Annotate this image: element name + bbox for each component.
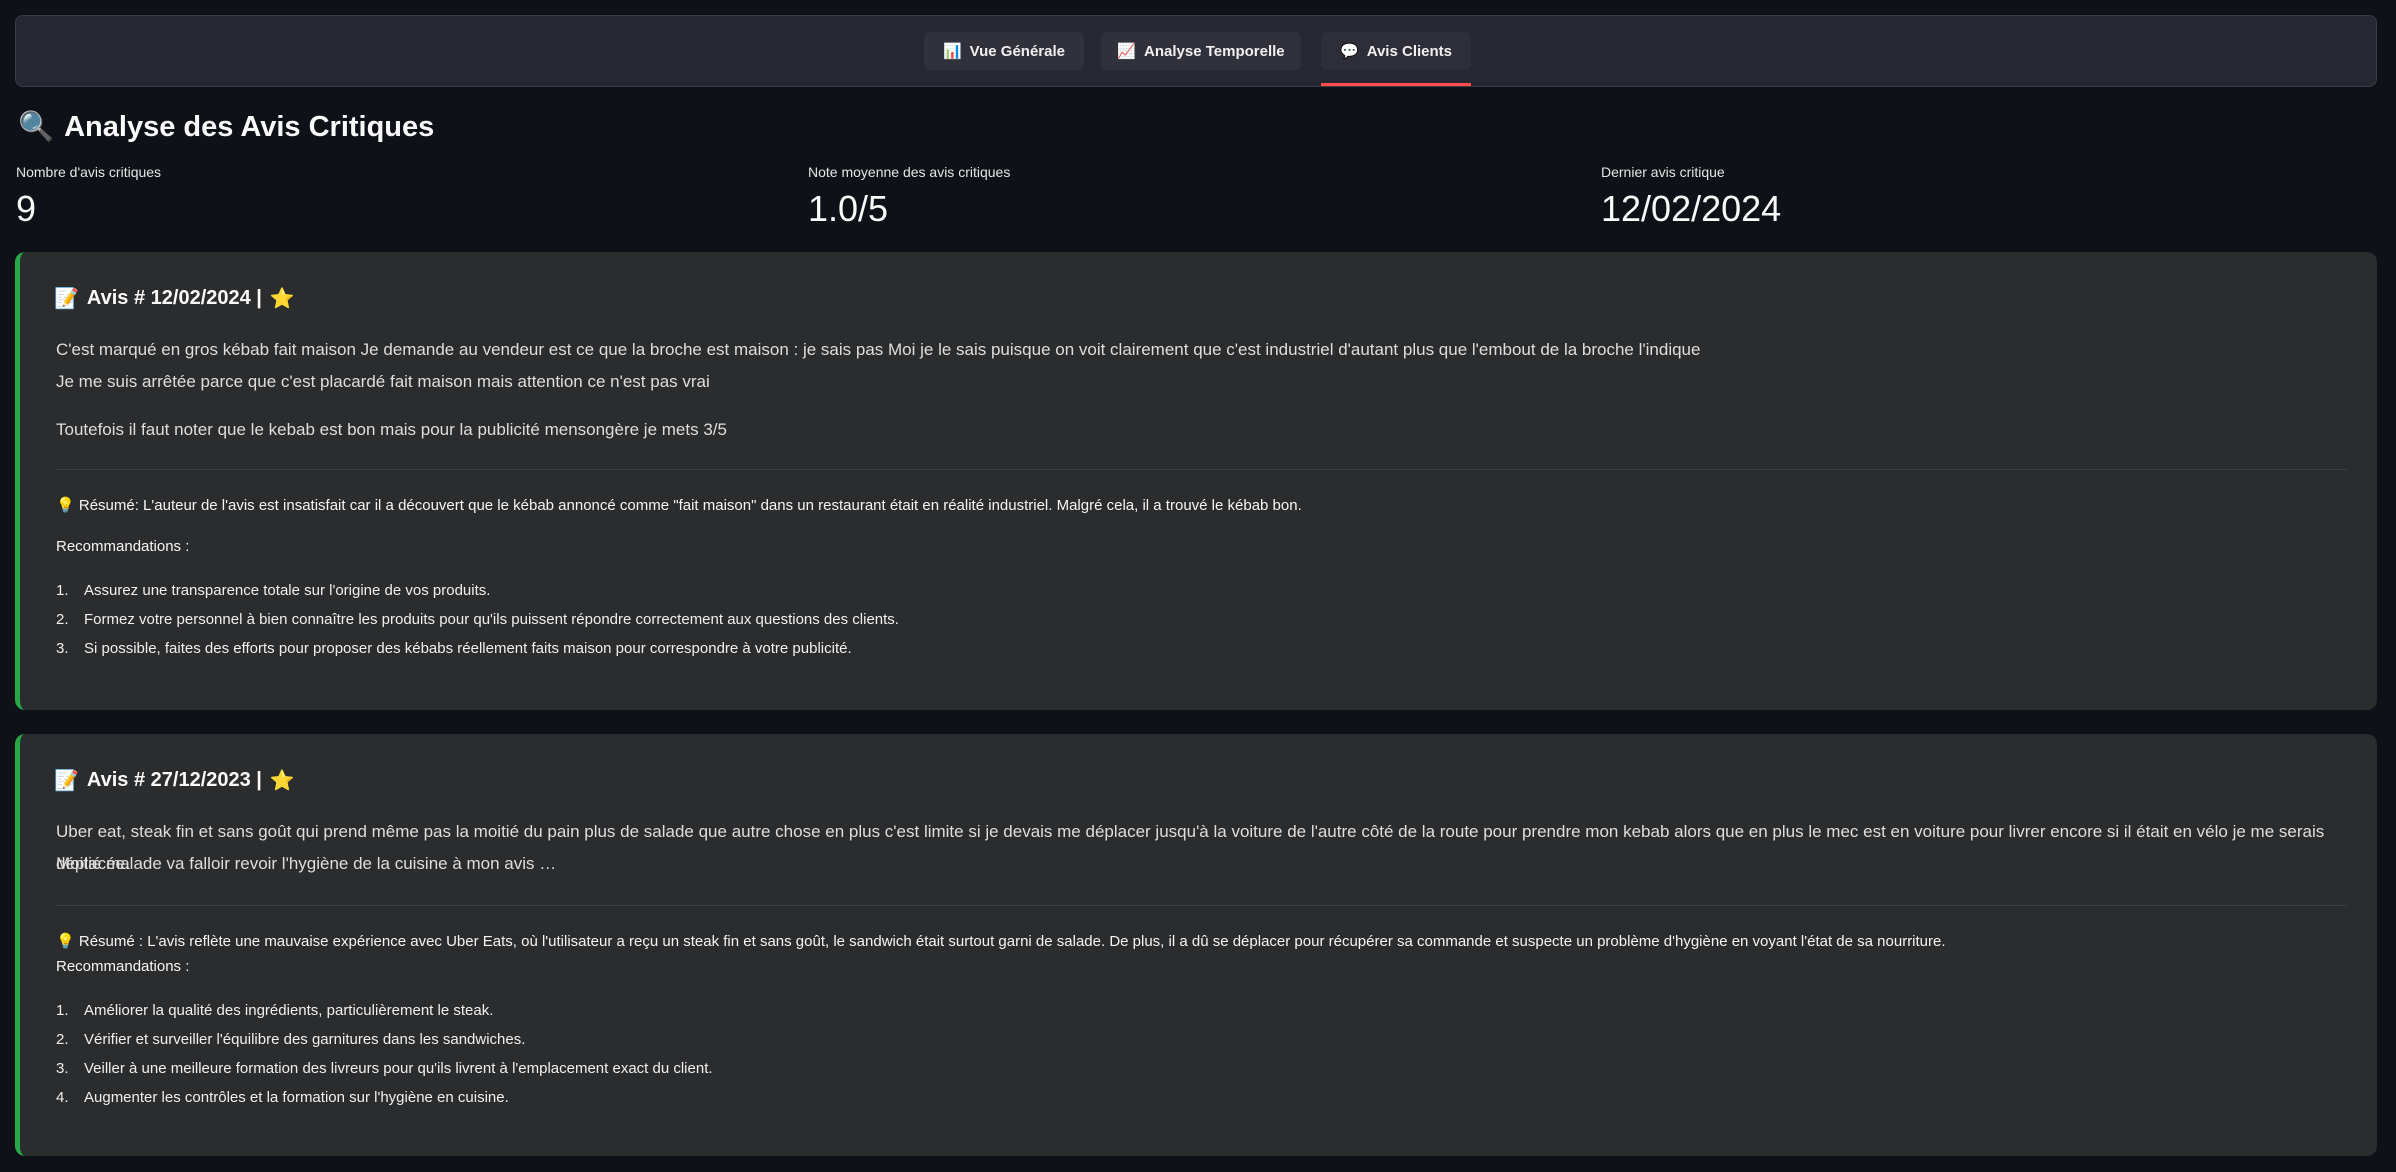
speech-bubble-icon: 💬 bbox=[1340, 43, 1359, 60]
memo-icon: 📝 bbox=[54, 288, 79, 310]
review-text-line: Toutefois il faut noter que le kebab est… bbox=[56, 420, 727, 439]
review-card: 📝 Avis # 27/12/2023 | ⭐ Uber eat, steak … bbox=[15, 734, 2377, 1156]
metric-value: 9 bbox=[16, 188, 37, 229]
star-icon: ⭐ bbox=[269, 770, 295, 792]
review-title-text: Avis # 27/12/2023 | bbox=[86, 769, 262, 791]
metric-value: 12/02/2024 bbox=[1601, 188, 1782, 229]
bar-chart-icon: 📊 bbox=[942, 43, 962, 60]
review-summary: 💡 Résumé: L'auteur de l'avis est insatis… bbox=[56, 496, 1302, 514]
recommendations-label: Recommandations : bbox=[56, 538, 190, 555]
page-title-text: Analyse des Avis Critiques bbox=[64, 110, 435, 143]
review-title-text: Avis # 12/02/2024 | bbox=[86, 287, 262, 309]
memo-icon: 📝 bbox=[54, 770, 79, 792]
tab-bar: 📊 Vue Générale 📈 Analyse Temporelle 💬 Av… bbox=[15, 15, 2377, 87]
tab-analyse-temporelle[interactable]: 📈 Analyse Temporelle bbox=[1101, 32, 1301, 70]
review-title: 📝 Avis # 27/12/2023 | ⭐ bbox=[54, 768, 295, 793]
metric-label: Dernier avis critique bbox=[1601, 164, 1725, 180]
summary-text: Résumé: L'auteur de l'avis est insatisfa… bbox=[78, 497, 1302, 514]
magnifier-icon: 🔍 bbox=[18, 111, 55, 143]
active-tab-indicator bbox=[1321, 83, 1471, 86]
recommendations-list: 1. Assurez une transparence totale sur l'… bbox=[56, 576, 899, 663]
review-text-line: C'est marqué en gros kébab fait maison J… bbox=[56, 340, 1701, 359]
review-title: 📝 Avis # 12/02/2024 | ⭐ bbox=[54, 286, 295, 311]
metric-value: 1.0/5 bbox=[808, 188, 889, 229]
tab-label: Vue Générale bbox=[969, 42, 1065, 60]
lightbulb-icon: 💡 bbox=[56, 497, 75, 514]
review-summary: 💡 Résumé : L'avis reflète une mauvaise e… bbox=[56, 932, 1946, 950]
recommendations-list: 1. Améliorer la qualité des ingrédients, … bbox=[56, 996, 713, 1112]
list-item: 3. Veiller à une meilleure formation des … bbox=[56, 1060, 713, 1077]
tab-avis-clients[interactable]: 💬 Avis Clients bbox=[1321, 32, 1471, 86]
metric-count: Nombre d'avis critiques 9 bbox=[16, 164, 161, 230]
review-text-line: Moitié malade va falloir revoir l'hygièn… bbox=[56, 854, 557, 873]
tab-label: Avis Clients bbox=[1366, 42, 1452, 60]
tab-label: Analyse Temporelle bbox=[1144, 42, 1285, 60]
list-item: 2. Formez votre personnel à bien connaîtr… bbox=[56, 611, 899, 628]
list-item: 2. Vérifier et surveiller l'équilibre des… bbox=[56, 1031, 526, 1048]
metric-label: Note moyenne des avis critiques bbox=[808, 164, 1011, 180]
review-card: 📝 Avis # 12/02/2024 | ⭐ C'est marqué en … bbox=[15, 252, 2377, 710]
recommendations-label: Recommandations : bbox=[56, 958, 190, 975]
list-item: 3. Si possible, faites des efforts pour p… bbox=[56, 640, 852, 657]
list-item: 4. Augmenter les contrôles et la formatio… bbox=[56, 1089, 509, 1106]
metric-label: Nombre d'avis critiques bbox=[16, 164, 162, 180]
review-text-line: Je me suis arrêtée parce que c'est placa… bbox=[56, 372, 710, 391]
list-item: 1. Assurez une transparence totale sur l'… bbox=[56, 582, 491, 599]
list-item: 1. Améliorer la qualité des ingrédients, … bbox=[56, 1002, 494, 1019]
summary-text: Résumé : L'avis reflète une mauvaise exp… bbox=[78, 933, 1946, 950]
metric-last: Dernier avis critique 12/02/2024 bbox=[1601, 164, 1781, 230]
divider bbox=[56, 905, 2347, 906]
lightbulb-icon: 💡 bbox=[56, 933, 75, 950]
metric-average: Note moyenne des avis critiques 1.0/5 bbox=[808, 164, 1010, 230]
star-icon: ⭐ bbox=[269, 288, 295, 310]
divider bbox=[56, 469, 2347, 470]
page-title: 🔍 Analyse des Avis Critiques bbox=[18, 110, 434, 144]
line-chart-icon: 📈 bbox=[1117, 43, 1137, 60]
tab-vue-generale[interactable]: 📊 Vue Générale bbox=[924, 32, 1084, 70]
